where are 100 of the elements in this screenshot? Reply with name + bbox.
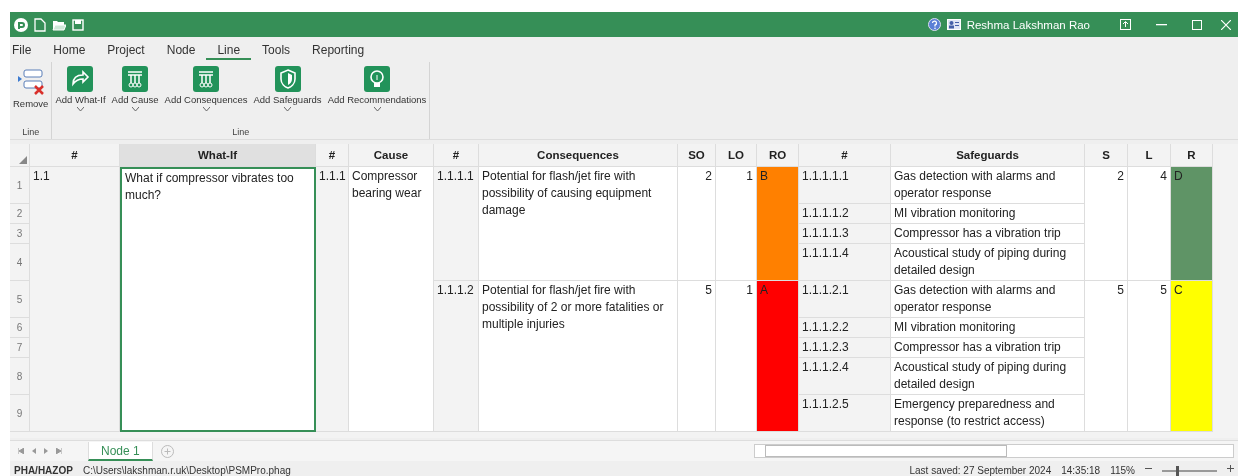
zoom-out-icon[interactable] (1145, 465, 1152, 472)
last-sheet-icon[interactable] (56, 448, 62, 454)
row-number: 8 (10, 358, 30, 395)
group-label: Line (21, 127, 41, 139)
user-card-icon (946, 19, 961, 30)
pendulum-icon (193, 66, 219, 92)
risk-cell: C (1171, 281, 1213, 432)
sheet-tab[interactable]: Node 1 (88, 441, 153, 461)
lightbulb-icon (364, 66, 390, 92)
new-file-icon[interactable] (34, 17, 46, 32)
ribbon-button[interactable]: Add Consequences (163, 66, 249, 111)
shield-icon (274, 66, 301, 92)
remove-rows-icon (15, 66, 46, 96)
table-cell: 1.1.1.1.1 (799, 167, 891, 204)
open-folder-icon[interactable] (52, 18, 66, 31)
table-cell: 2 (678, 167, 716, 281)
risk-cell: B (757, 167, 799, 281)
table-cell: 1.1.1.2.3 (799, 338, 891, 358)
row-number: 9 (10, 395, 30, 432)
row-number: 4 (10, 244, 30, 281)
table-cell: Compressor has a vibration trip (891, 224, 1085, 244)
last-saved: Last saved: 27 September 2024 (909, 465, 1052, 476)
ribbon-button[interactable]: Remove (12, 66, 50, 109)
table-cell: Potential for flash/jet fire with possibility of causing equipment damage (479, 167, 678, 281)
table-cell: Compressor has a vibration trip (891, 338, 1085, 358)
table-cell: What if compressor vibrates too much? (120, 167, 316, 432)
table-cell: 1.1.1.2 (434, 281, 479, 432)
zoom-thumb[interactable] (1175, 466, 1179, 476)
row-number: 2 (10, 204, 30, 224)
save-time: 14:35:18 (1061, 465, 1101, 476)
column-header: # (30, 144, 120, 167)
ribbon-button[interactable]: Add Cause (110, 66, 160, 111)
table-cell: Acoustical study of piping during detailed design (891, 358, 1085, 395)
column-header: # (316, 144, 349, 167)
zoom-percent: 115% (1110, 465, 1135, 476)
status-mode: PHA/HAZOP (14, 465, 73, 476)
table-cell: 1.1.1.1.4 (799, 244, 891, 281)
menu-tab[interactable]: Line (206, 42, 252, 60)
table-cell: Acoustical study of piping during detailed design (891, 244, 1085, 281)
table-cell: Potential for flash/jet fire with possibility of 2 or more fatalities or multiple injuries (479, 281, 678, 432)
menu-tab[interactable]: Tools (251, 42, 302, 60)
column-header: L (1128, 144, 1171, 167)
column-header: LO (716, 144, 757, 167)
close-icon[interactable] (1221, 19, 1231, 30)
column-header: # (799, 144, 891, 167)
table-cell: 1.1.1.2.5 (799, 395, 891, 432)
ribbon-button[interactable]: Add Recommendations (326, 66, 428, 111)
table-cell: Gas detection with alarms and operator response (891, 281, 1085, 318)
table-cell: 1.1.1.1.2 (799, 204, 891, 224)
menu-tab[interactable]: Node (155, 42, 207, 60)
zoom-in-icon[interactable] (1227, 465, 1234, 472)
horizontal-scrollbar[interactable] (754, 444, 1234, 458)
save-icon[interactable] (72, 18, 84, 31)
risk-cell: D (1171, 167, 1213, 281)
row-number: 7 (10, 338, 30, 358)
table-cell: 1.1.1 (316, 167, 349, 432)
table-cell: MI vibration monitoring (891, 204, 1085, 224)
help-icon[interactable] (927, 18, 941, 31)
risk-cell: A (757, 281, 799, 432)
column-header: RO (757, 144, 799, 167)
row-number: 5 (10, 281, 30, 318)
column-header: SO (678, 144, 716, 167)
row-number: 1 (10, 167, 30, 204)
column-header: Consequences (479, 144, 678, 167)
menu-tab[interactable]: Reporting (301, 42, 376, 60)
ribbon-button[interactable]: Add Safeguards (252, 66, 323, 111)
next-sheet-icon[interactable] (44, 448, 48, 454)
first-sheet-icon[interactable] (18, 448, 24, 454)
user-name: Reshma Lakshman Rao (966, 18, 1090, 31)
group-label: Line (231, 127, 251, 139)
table-cell: MI vibration monitoring (891, 318, 1085, 338)
menu-tab[interactable]: Project (96, 42, 156, 60)
table-cell: 1.1.1.1.3 (799, 224, 891, 244)
table-cell: Emergency preparedness and response (to restrict access) (891, 395, 1085, 432)
table-cell: Gas detection with alarms and operator response (891, 167, 1085, 204)
table-cell: 1.1.1.1 (434, 167, 479, 281)
file-path: C:\Users\lakshman.r.uk\Desktop\PSMPro.phag (82, 465, 291, 476)
app-logo-icon[interactable] (14, 17, 28, 32)
column-header: # (434, 144, 479, 167)
maximize-icon[interactable] (1192, 19, 1202, 30)
table-cell: 2 (1085, 167, 1128, 281)
row-number: 6 (10, 318, 30, 338)
table-cell: 1.1 (30, 167, 120, 432)
pendulum-icon (122, 66, 149, 92)
table-cell: 1.1.1.2.4 (799, 358, 891, 395)
ribbon-button[interactable]: Add What-If (54, 66, 107, 111)
minimize-icon[interactable] (1155, 23, 1167, 26)
table-cell: 1.1.1.2.2 (799, 318, 891, 338)
column-header: Cause (349, 144, 434, 167)
row-number: 3 (10, 224, 30, 244)
table-cell: 5 (678, 281, 716, 432)
column-header: S (1085, 144, 1128, 167)
select-all-icon[interactable] (19, 156, 27, 164)
table-cell: 5 (1085, 281, 1128, 432)
menu-tab[interactable]: Home (42, 42, 97, 60)
ribbon-display-icon[interactable] (1119, 19, 1131, 30)
column-header: What-If (120, 144, 316, 167)
menu-tab[interactable]: File (10, 42, 43, 60)
previous-sheet-icon[interactable] (32, 448, 36, 454)
column-header: Safeguards (891, 144, 1085, 167)
